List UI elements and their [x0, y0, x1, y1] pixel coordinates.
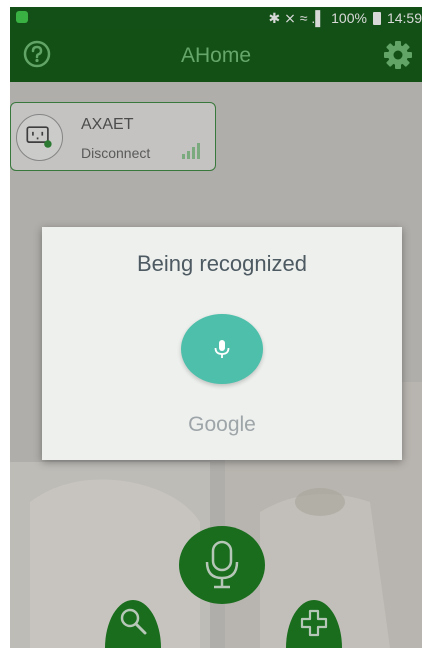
google-brand-label: Google [188, 413, 256, 436]
listening-mic-button[interactable] [181, 314, 263, 384]
dialog-title: Being recognized [136, 251, 307, 276]
voice-recognition-dialog: Being recognized Google [42, 227, 402, 460]
app-screen: ✱ ⨯ ≈ .▌ 100% 14:59 AHome AXAET Disconne… [10, 7, 422, 648]
microphone-icon [214, 340, 230, 358]
